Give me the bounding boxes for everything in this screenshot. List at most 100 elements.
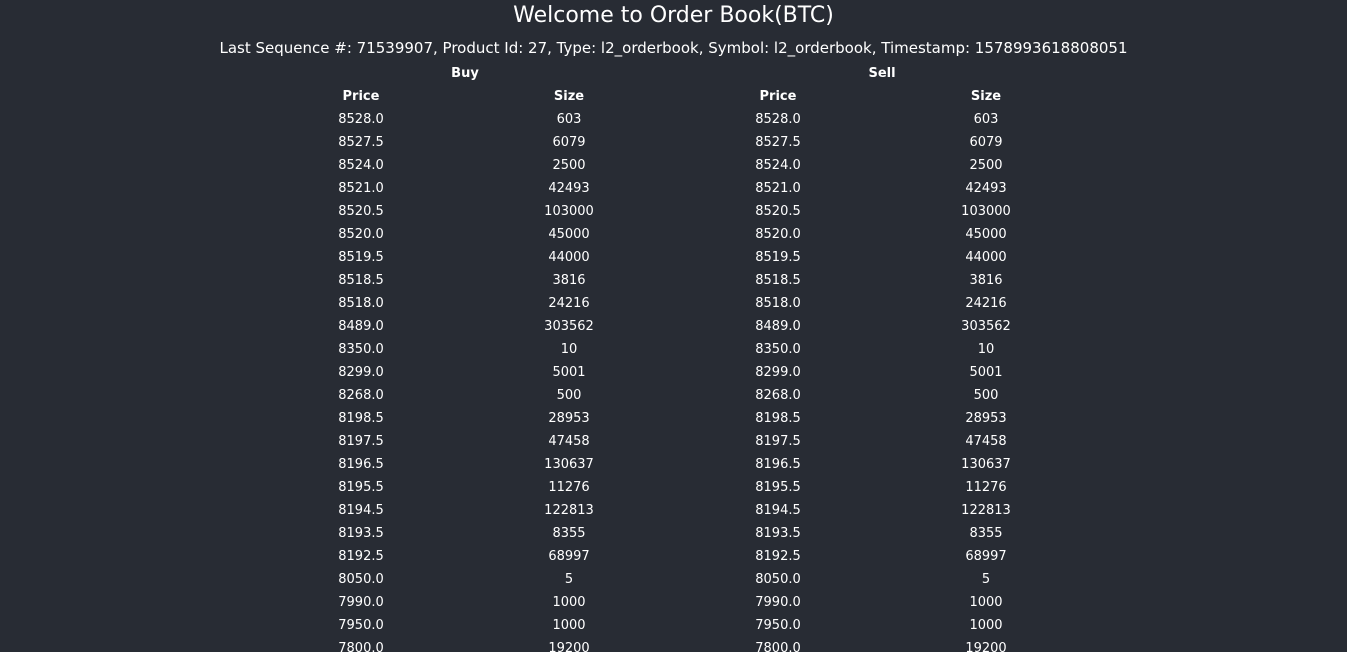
page-title: Welcome to Order Book(BTC) <box>513 3 834 28</box>
buy-size-cell: 1000 <box>552 595 586 610</box>
sell-size-cell: 2500 <box>969 158 1003 173</box>
buy-size-cell: 130637 <box>544 457 594 472</box>
table-row: 8521.0 42493 <box>674 177 1090 200</box>
buy-header-row: Price Size <box>257 85 673 108</box>
table-row: 7800.0 19200 <box>674 637 1090 652</box>
table-row: 8194.5 122813 <box>257 499 673 522</box>
sell-header-row: Price Size <box>674 85 1090 108</box>
sequence-info: Last Sequence #: 71539907, Product Id: 2… <box>219 39 1128 57</box>
table-row: 7800.0 19200 <box>257 637 673 652</box>
buy-size-cell: 11276 <box>548 480 590 495</box>
sell-size-cell: 5001 <box>969 365 1003 380</box>
sell-size-cell: 6079 <box>969 135 1003 150</box>
table-row: 8519.5 44000 <box>257 246 673 269</box>
table-row: 7950.0 1000 <box>674 614 1090 637</box>
table-row: 8194.5 122813 <box>674 499 1090 522</box>
buy-price-cell: 8489.0 <box>338 319 384 334</box>
table-row: 8489.0 303562 <box>674 315 1090 338</box>
table-row: 7990.0 1000 <box>674 591 1090 614</box>
buy-size-cell: 45000 <box>548 227 590 242</box>
table-row: 8489.0 303562 <box>257 315 673 338</box>
buy-size-cell: 68997 <box>548 549 590 564</box>
sell-size-cell: 10 <box>977 342 995 357</box>
sell-price-cell: 8518.5 <box>755 273 801 288</box>
buy-price-cell: 8521.0 <box>338 181 384 196</box>
sell-size-cell: 1000 <box>969 618 1003 633</box>
buy-size-cell: 8355 <box>552 526 586 541</box>
table-row: 8268.0 500 <box>674 384 1090 407</box>
table-row: 8192.5 68997 <box>257 545 673 568</box>
table-row: 8527.5 6079 <box>674 131 1090 154</box>
table-row: 8519.5 44000 <box>674 246 1090 269</box>
sell-size-header: Size <box>970 89 1002 104</box>
table-row: 7990.0 1000 <box>257 591 673 614</box>
table-row: 8524.0 2500 <box>257 154 673 177</box>
sell-price-cell: 8196.5 <box>755 457 801 472</box>
buy-table: Price Size 8528.0 603 8527.5 6079 8524.0 2500… <box>257 85 673 652</box>
buy-price-cell: 8268.0 <box>338 388 384 403</box>
sell-size-cell: 19200 <box>965 641 1007 652</box>
table-row: 7950.0 1000 <box>257 614 673 637</box>
table-row: 8350.0 10 <box>257 338 673 361</box>
sell-size-cell: 28953 <box>965 411 1007 426</box>
buy-price-cell: 8528.0 <box>338 112 384 127</box>
buy-price-cell: 8198.5 <box>338 411 384 426</box>
buy-price-cell: 8519.5 <box>338 250 384 265</box>
sell-price-cell: 8350.0 <box>755 342 801 357</box>
sell-size-cell: 45000 <box>965 227 1007 242</box>
buy-price-cell: 7950.0 <box>338 618 384 633</box>
buy-book: Buy Price Size 8528.0 603 8527.5 6079 8524.0… <box>257 63 673 652</box>
table-row: 8196.5 130637 <box>674 453 1090 476</box>
sell-price-cell: 8528.0 <box>755 112 801 127</box>
buy-price-cell: 8524.0 <box>338 158 384 173</box>
sell-price-cell: 8527.5 <box>755 135 801 150</box>
buy-price-header: Price <box>342 89 380 104</box>
sell-size-cell: 3816 <box>969 273 1003 288</box>
buy-price-cell: 7800.0 <box>338 641 384 652</box>
table-row: 8528.0 603 <box>674 108 1090 131</box>
table-row: 8192.5 68997 <box>674 545 1090 568</box>
table-row: 8268.0 500 <box>257 384 673 407</box>
sell-book: Sell Price Size 8528.0 603 8527.5 6079 8524.… <box>674 63 1090 652</box>
sell-size-cell: 500 <box>973 388 999 403</box>
table-row: 8521.0 42493 <box>257 177 673 200</box>
sell-rows: 8528.0 603 8527.5 6079 8524.0 2500 8521.0 42493… <box>674 108 1090 652</box>
sell-size-cell: 11276 <box>965 480 1007 495</box>
sell-price-cell: 7800.0 <box>755 641 801 652</box>
table-row: 8520.5 103000 <box>257 200 673 223</box>
table-row: 8197.5 47458 <box>257 430 673 453</box>
sell-price-cell: 8192.5 <box>755 549 801 564</box>
table-row: 8518.0 24216 <box>257 292 673 315</box>
sell-size-cell: 303562 <box>961 319 1011 334</box>
sell-price-cell: 8198.5 <box>755 411 801 426</box>
buy-size-cell: 500 <box>556 388 582 403</box>
table-row: 8050.0 5 <box>674 568 1090 591</box>
sell-price-header: Price <box>759 89 797 104</box>
sell-size-cell: 8355 <box>969 526 1003 541</box>
buy-size-cell: 1000 <box>552 618 586 633</box>
buy-size-cell: 2500 <box>552 158 586 173</box>
sell-price-cell: 8050.0 <box>755 572 801 587</box>
buy-size-cell: 303562 <box>544 319 594 334</box>
sell-size-cell: 122813 <box>961 503 1011 518</box>
table-row: 8195.5 11276 <box>257 476 673 499</box>
buy-size-cell: 42493 <box>548 181 590 196</box>
table-row: 8196.5 130637 <box>257 453 673 476</box>
buy-price-cell: 8518.0 <box>338 296 384 311</box>
table-row: 8299.0 5001 <box>674 361 1090 384</box>
buy-size-cell: 47458 <box>548 434 590 449</box>
buy-size-cell: 28953 <box>548 411 590 426</box>
buy-size-cell: 24216 <box>548 296 590 311</box>
buy-price-cell: 8197.5 <box>338 434 384 449</box>
buy-price-cell: 8192.5 <box>338 549 384 564</box>
table-row: 8518.0 24216 <box>674 292 1090 315</box>
sell-size-cell: 1000 <box>969 595 1003 610</box>
table-row: 8050.0 5 <box>257 568 673 591</box>
sell-size-cell: 44000 <box>965 250 1007 265</box>
table-row: 8299.0 5001 <box>257 361 673 384</box>
buy-rows: 8528.0 603 8527.5 6079 8524.0 2500 8521.0 42493… <box>257 108 673 652</box>
sell-price-cell: 7950.0 <box>755 618 801 633</box>
buy-price-cell: 8518.5 <box>338 273 384 288</box>
table-row: 8193.5 8355 <box>674 522 1090 545</box>
buy-price-cell: 8527.5 <box>338 135 384 150</box>
